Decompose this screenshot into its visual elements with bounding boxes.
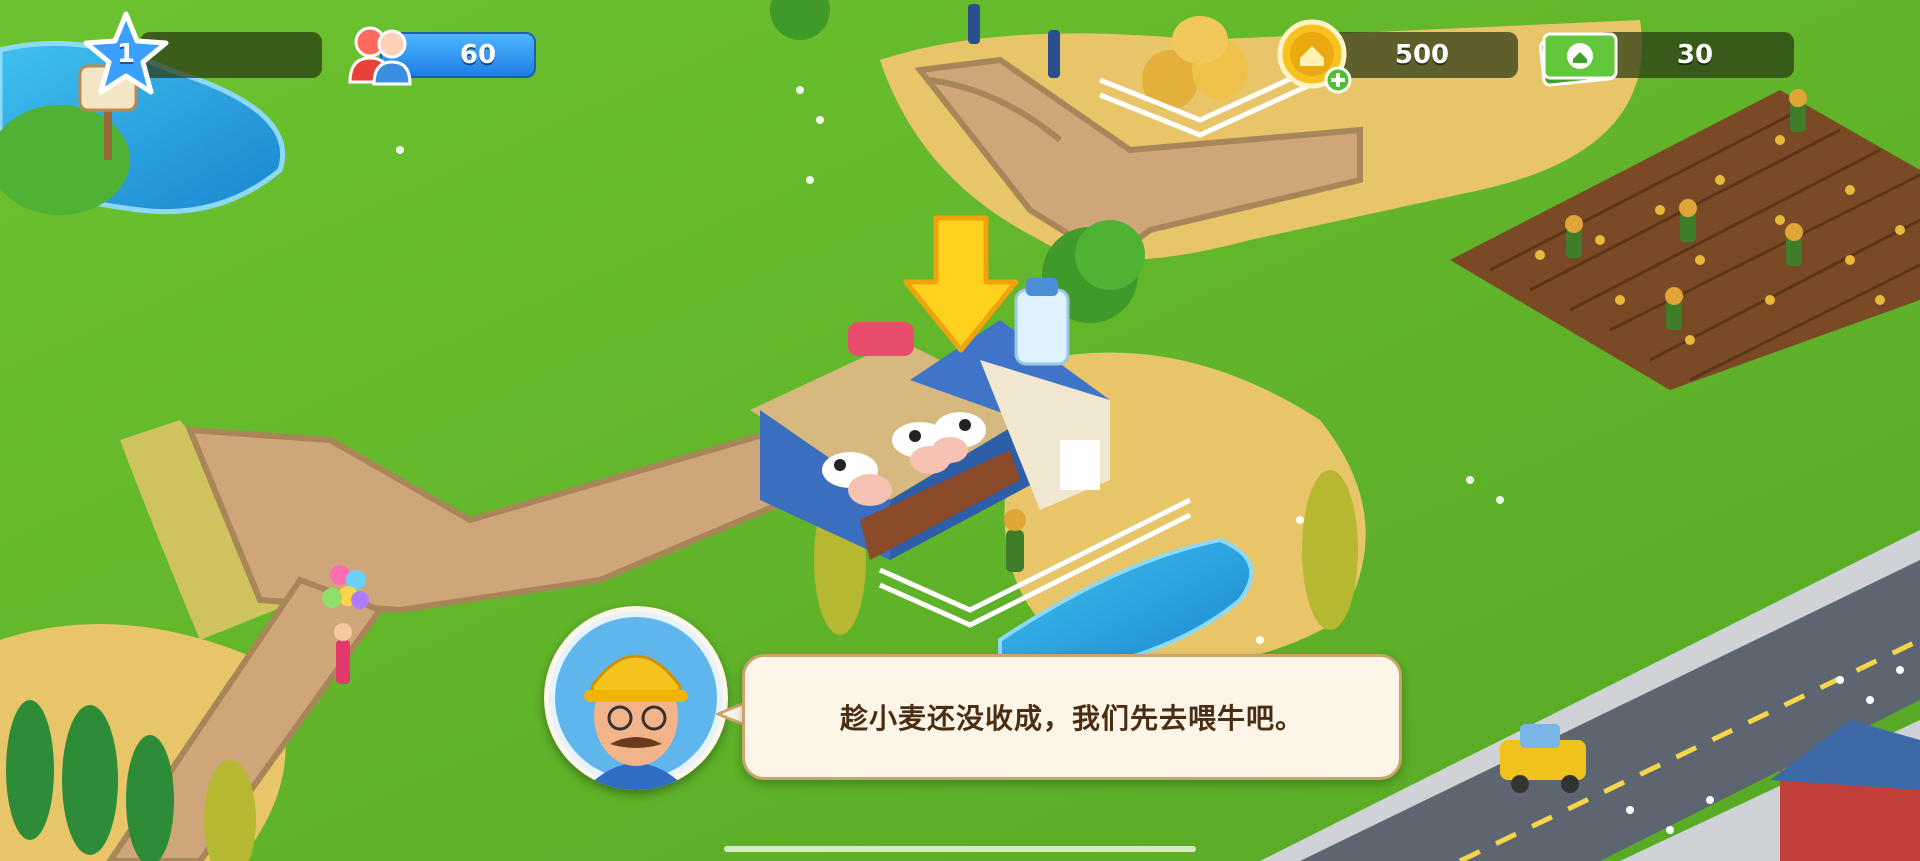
level-number: 1 [116,39,136,69]
coin-bar: 500 [1326,32,1518,78]
cash-icon [1538,32,1618,87]
population-value: 60 [459,40,497,70]
farmer-portrait [544,606,728,790]
home-indicator[interactable] [724,846,1196,852]
population-icon [348,26,412,86]
cash-bar: 30 [1596,32,1794,78]
coin-value: 500 [1394,40,1450,70]
cash-value: 30 [1676,40,1714,70]
dialogue-bubble[interactable]: 趁小麦还没收成，我们先去喂牛吧。 [742,654,1402,780]
dialogue-text: 趁小麦还没收成，我们先去喂牛吧。 [839,702,1304,735]
coin-icon [1277,19,1352,94]
